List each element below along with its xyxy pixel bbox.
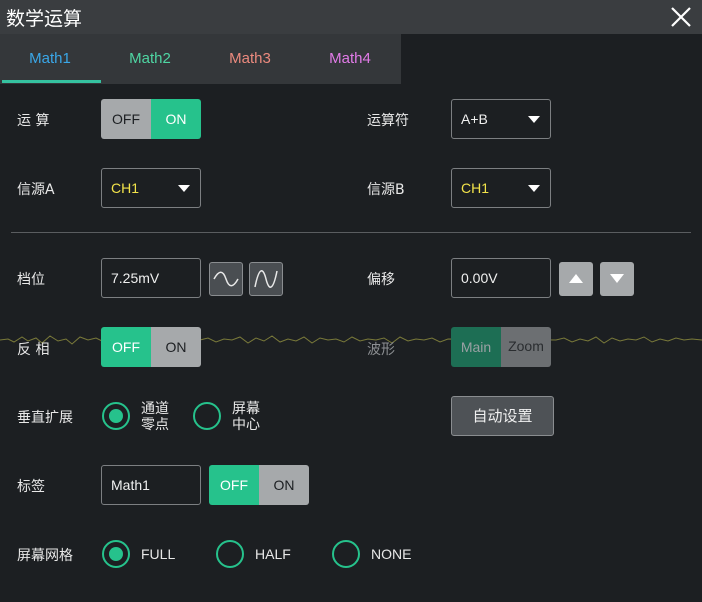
waveform-main-option: Main bbox=[451, 327, 501, 367]
tag-on-option[interactable]: ON bbox=[259, 465, 309, 505]
radio-grid-full-label: FULL bbox=[141, 546, 176, 562]
tab-math1[interactable]: Math1 bbox=[0, 34, 100, 84]
math-tabs: Math1 Math2 Math3 Math4 bbox=[0, 34, 401, 84]
offset-down-button[interactable] bbox=[600, 262, 634, 296]
offset-value: 0.00V bbox=[461, 270, 498, 286]
operation-off-option[interactable]: OFF bbox=[101, 99, 151, 139]
radio-grid-none[interactable] bbox=[331, 539, 361, 569]
active-tab-indicator bbox=[2, 80, 101, 83]
auto-setup-button[interactable]: 自动设置 bbox=[451, 396, 554, 436]
window-title: 数学运算 bbox=[6, 8, 83, 30]
waveform-toggle: Main Zoom bbox=[451, 327, 551, 367]
radio-screen-center[interactable] bbox=[192, 401, 222, 431]
operator-label: 运算符 bbox=[367, 113, 409, 129]
operation-toggle[interactable]: OFF ON bbox=[101, 99, 201, 139]
tag-off-option[interactable]: OFF bbox=[209, 465, 259, 505]
chevron-down-icon bbox=[178, 185, 190, 192]
coarse-adjust-button[interactable] bbox=[209, 262, 243, 296]
radio-channel-zero-label: 通道 零点 bbox=[141, 401, 169, 433]
operator-value: A+B bbox=[461, 111, 488, 127]
source-b-value: CH1 bbox=[461, 180, 490, 196]
operator-select[interactable]: A+B bbox=[451, 99, 551, 139]
radio-grid-half[interactable] bbox=[215, 539, 245, 569]
tab-math3[interactable]: Math3 bbox=[200, 34, 300, 84]
title-bar: 数学运算 bbox=[0, 0, 702, 34]
tag-input[interactable]: Math1 bbox=[101, 465, 201, 505]
tab-math2[interactable]: Math2 bbox=[100, 34, 200, 84]
triangle-down-icon bbox=[610, 274, 624, 283]
sine-wave-icon bbox=[254, 270, 278, 288]
source-b-label: 信源B bbox=[367, 182, 405, 198]
sine-wave-icon bbox=[213, 271, 239, 287]
section-divider bbox=[11, 232, 691, 233]
vertical-expand-label: 垂直扩展 bbox=[17, 410, 73, 426]
offset-label: 偏移 bbox=[367, 272, 395, 288]
invert-on-option[interactable]: ON bbox=[151, 327, 201, 367]
source-a-select[interactable]: CH1 bbox=[101, 168, 201, 208]
invert-off-option[interactable]: OFF bbox=[101, 327, 151, 367]
chevron-down-icon bbox=[528, 185, 540, 192]
scale-input[interactable]: 7.25mV bbox=[101, 258, 201, 298]
source-a-label: 信源A bbox=[17, 182, 55, 198]
scale-value: 7.25mV bbox=[111, 270, 160, 286]
operation-label: 运 算 bbox=[17, 113, 50, 129]
radio-grid-half-label: HALF bbox=[255, 546, 291, 562]
tag-value: Math1 bbox=[111, 477, 150, 493]
grid-label: 屏幕网格 bbox=[17, 548, 73, 564]
radio-screen-center-label: 屏幕 中心 bbox=[232, 401, 260, 433]
tag-label: 标签 bbox=[17, 479, 45, 495]
invert-toggle[interactable]: OFF ON bbox=[101, 327, 201, 367]
waveform-label: 波形 bbox=[367, 342, 395, 358]
source-a-value: CH1 bbox=[111, 180, 140, 196]
close-icon[interactable] bbox=[668, 4, 694, 30]
chevron-down-icon bbox=[528, 116, 540, 123]
offset-input[interactable]: 0.00V bbox=[451, 258, 551, 298]
invert-label: 反 相 bbox=[17, 342, 50, 358]
offset-up-button[interactable] bbox=[559, 262, 593, 296]
operation-on-option[interactable]: ON bbox=[151, 99, 201, 139]
radio-channel-zero[interactable] bbox=[101, 401, 131, 431]
scale-label: 档位 bbox=[17, 272, 45, 288]
tag-toggle[interactable]: OFF ON bbox=[209, 465, 309, 505]
waveform-zoom-option: Zoom bbox=[501, 327, 551, 367]
fine-adjust-button[interactable] bbox=[249, 262, 283, 296]
triangle-up-icon bbox=[569, 274, 583, 283]
source-b-select[interactable]: CH1 bbox=[451, 168, 551, 208]
radio-grid-none-label: NONE bbox=[371, 546, 412, 562]
tab-math4[interactable]: Math4 bbox=[300, 34, 400, 84]
radio-grid-full[interactable] bbox=[101, 539, 131, 569]
